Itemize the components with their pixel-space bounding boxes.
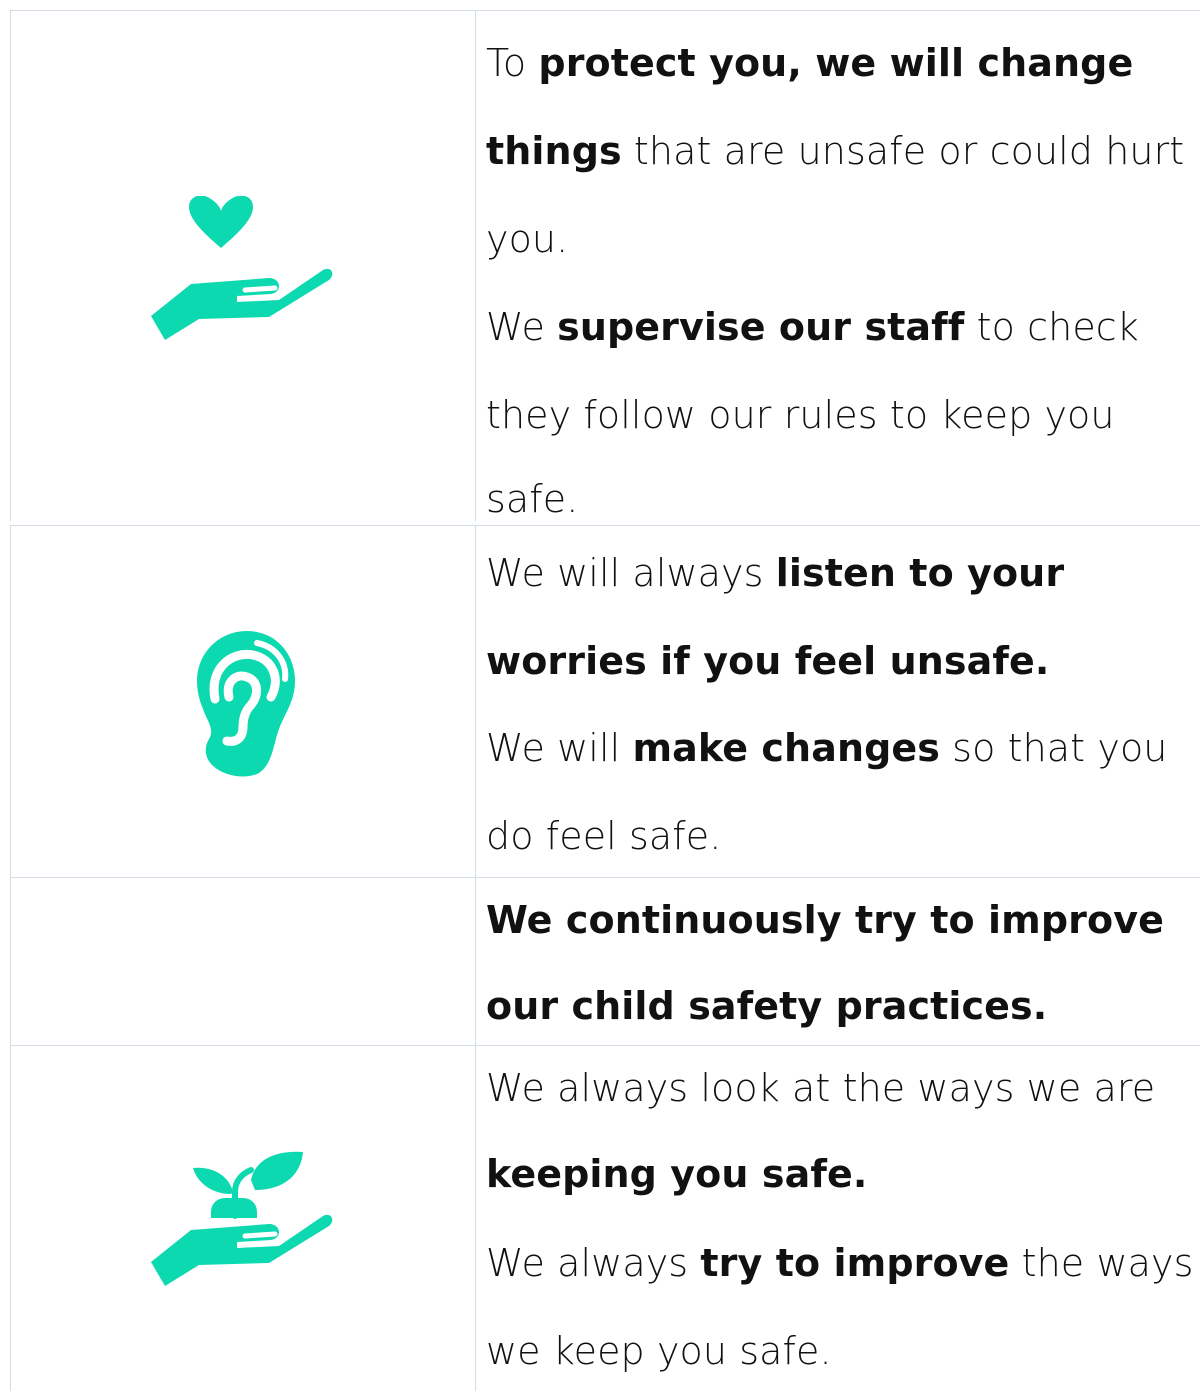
table-row: We continuously try to improve our child… bbox=[10, 877, 1200, 1046]
icon-cell bbox=[10, 526, 476, 878]
hand-plant-icon bbox=[151, 1146, 336, 1286]
text-line: we keep you safe. bbox=[486, 1329, 832, 1373]
icon-cell bbox=[10, 1046, 476, 1391]
text-line: We will always listen to your bbox=[486, 551, 1065, 595]
text-cell: To protect you, we will change things th… bbox=[486, 11, 1200, 521]
text-line: To protect you, we will change bbox=[486, 41, 1134, 85]
text-line: We always look at the ways we are bbox=[486, 1066, 1156, 1110]
icon-cell bbox=[10, 878, 476, 1046]
table-row: We always look at the ways we are keepin… bbox=[10, 1045, 1200, 1391]
text-line: keeping you safe. bbox=[486, 1152, 868, 1196]
ear-icon bbox=[197, 629, 297, 777]
text-line: We will make changes so that you bbox=[486, 726, 1168, 770]
text-line: you. bbox=[486, 217, 569, 261]
hand-heart-icon bbox=[151, 196, 336, 341]
text-line: safe. bbox=[486, 477, 579, 521]
text-line: We always try to improve the ways bbox=[486, 1241, 1194, 1285]
text-line: do feel safe. bbox=[486, 814, 722, 858]
text-line: they follow our rules to keep you bbox=[486, 393, 1115, 437]
text-cell: We always look at the ways we are keepin… bbox=[486, 1046, 1200, 1391]
table-row: To protect you, we will change things th… bbox=[10, 10, 1200, 521]
text-line: worries if you feel unsafe. bbox=[486, 639, 1050, 683]
text-cell: We continuously try to improve our child… bbox=[486, 878, 1200, 1046]
text-line: We supervise our staff to check bbox=[486, 305, 1139, 349]
text-cell: We will always listen to your worries if… bbox=[486, 526, 1200, 878]
icon-cell bbox=[10, 11, 476, 521]
table-row: We will always listen to your worries if… bbox=[10, 525, 1200, 878]
text-line: things that are unsafe or could hurt bbox=[486, 129, 1185, 173]
text-line: our child safety practices. bbox=[486, 984, 1048, 1028]
text-line: We continuously try to improve bbox=[486, 898, 1164, 942]
